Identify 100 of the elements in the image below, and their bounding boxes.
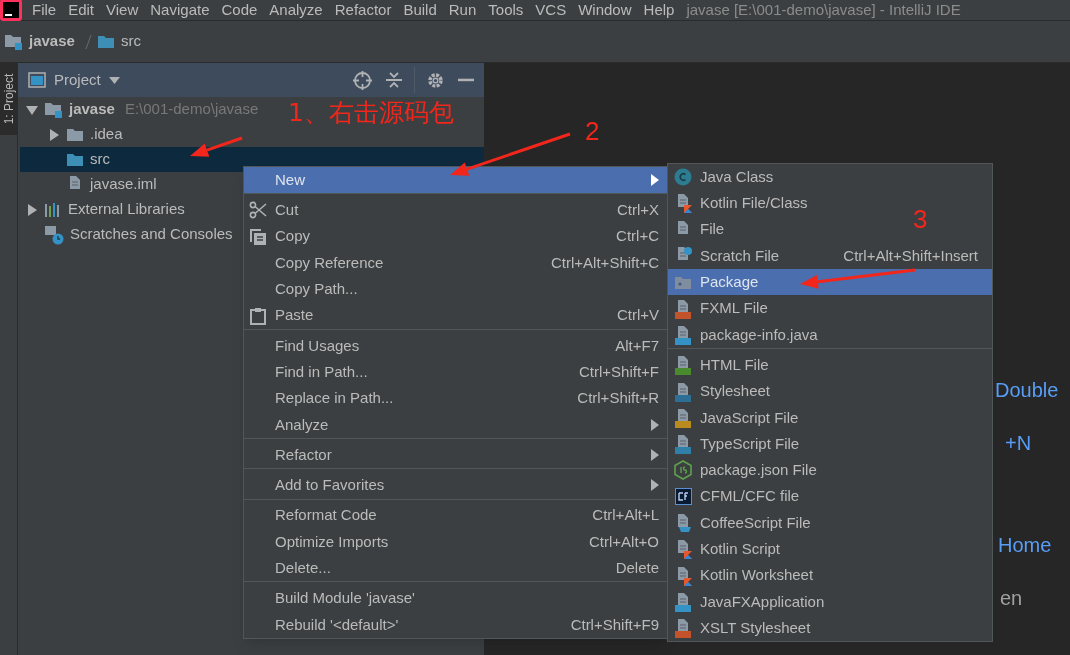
menu-item[interactable]: Paste Ctrl+V: [244, 302, 667, 329]
menu-item-label: Build Module 'javase': [275, 588, 415, 609]
menu-item-label: Copy Reference: [275, 252, 384, 273]
menu-bar-item[interactable]: VCS: [529, 0, 573, 22]
menu-bar-item[interactable]: Build: [397, 0, 443, 22]
menu-item-label: Refactor: [275, 444, 332, 465]
class-icon: [674, 168, 692, 187]
menu-item[interactable]: CFML/CFC file: [668, 483, 814, 510]
menu-item[interactable]: Refactor: [244, 441, 667, 469]
menu-item[interactable]: New: [244, 167, 667, 194]
menu-item[interactable]: Cut Ctrl+X: [244, 197, 667, 224]
project-tool-tab[interactable]: 1: Project: [0, 63, 18, 135]
settings-icon[interactable]: [427, 71, 444, 89]
expand-arrow-icon[interactable]: [48, 128, 60, 141]
menu-item-label: Scratch File: [700, 245, 780, 266]
app-logo[interactable]: [0, 0, 22, 21]
scissors-icon: [249, 201, 267, 220]
menu-item-label: JavaFXApplication: [700, 591, 825, 612]
breadcrumb-item[interactable]: src: [120, 30, 141, 53]
menu-item[interactable]: Java Class: [668, 164, 788, 191]
shortcut-label: Ctrl+Shift+R: [577, 388, 659, 409]
menu-item[interactable]: Add to Favorites: [244, 472, 667, 499]
menu-item-label: package-info.java: [700, 324, 818, 345]
locate-icon[interactable]: [353, 70, 372, 90]
menu-item[interactable]: Reformat Code Ctrl+Alt+L: [244, 502, 667, 529]
menu-bar-item[interactable]: Edit: [62, 0, 101, 22]
menu-item-label: XSLT Stylesheet: [700, 617, 811, 638]
menu-item[interactable]: Stylesheet: [668, 378, 785, 405]
menu-item[interactable]: HTML File: [668, 352, 783, 379]
tree-item[interactable]: javase E:\001-demo\javase: [20, 97, 267, 122]
menu-item-label: Reformat Code: [275, 505, 377, 526]
hexagon-icon: [674, 460, 692, 481]
cfml-icon: [674, 488, 692, 506]
menu-item-label: Find in Path...: [275, 361, 368, 382]
menu-item[interactable]: Scratch File Ctrl+Alt+Shift+Insert: [668, 242, 992, 270]
menu-item-label: Kotlin Script: [700, 539, 781, 560]
menu-item[interactable]: Rebuild '<default>' Ctrl+Shift+F9: [244, 611, 667, 639]
menu-item-label: CFML/CFC file: [700, 486, 800, 507]
menu-item[interactable]: Delete... Delete: [244, 555, 667, 582]
editor-hint: +N: [1005, 431, 1032, 456]
minimize-icon[interactable]: [458, 78, 474, 82]
menu-item[interactable]: Copy Reference Ctrl+Alt+Shift+C: [244, 249, 667, 277]
breadcrumb-item[interactable]: javase: [29, 30, 75, 53]
menu-item[interactable]: JavaFXApplication: [668, 588, 839, 616]
menu-bar-item[interactable]: Help: [637, 0, 681, 22]
menu-bar-item[interactable]: Refactor: [328, 0, 398, 22]
menu-bar-item[interactable]: Code: [215, 0, 264, 22]
tree-item[interactable]: Scratches and Consoles: [20, 222, 241, 247]
menu-bar-item[interactable]: Run: [442, 0, 483, 22]
menu-bar-item[interactable]: Analyze: [263, 0, 329, 22]
menu-item[interactable]: Kotlin Worksheet: [668, 562, 828, 589]
dropdown-caret-icon[interactable]: [108, 76, 120, 84]
menu-bar-item[interactable]: View: [100, 0, 145, 22]
menu-bar-item[interactable]: File: [26, 0, 63, 22]
menu-bar-item[interactable]: Tools: [482, 0, 530, 22]
menu-item[interactable]: Find in Path... Ctrl+Shift+F: [244, 359, 667, 386]
tree-item[interactable]: External Libraries: [20, 197, 193, 222]
menu-item[interactable]: Kotlin Script: [668, 536, 795, 563]
menu-item[interactable]: CoffeeScript File: [668, 509, 825, 537]
menu-item[interactable]: Analyze: [244, 411, 667, 438]
menu-item[interactable]: FXML File: [668, 295, 782, 322]
menu-item-label: Copy Path...: [275, 279, 358, 300]
module-folder-icon: [4, 33, 23, 50]
shortcut-label: Ctrl+Alt+Shift+Insert: [843, 245, 978, 266]
menu-item-label: Rebuild '<default>': [275, 614, 399, 635]
tree-item-path: E:\001-demo\javase: [124, 99, 259, 120]
menu-item[interactable]: Kotlin File/Class: [668, 190, 822, 217]
tree-item[interactable]: javase.iml: [20, 172, 165, 197]
panel-title[interactable]: Project: [54, 68, 101, 92]
shortcut-label: Ctrl+Shift+F9: [570, 614, 659, 635]
menu-item[interactable]: package.json File: [668, 457, 831, 484]
menu-item[interactable]: Copy Ctrl+C: [244, 223, 667, 250]
annotation-text: 2: [585, 115, 600, 148]
menu-item[interactable]: Package: [668, 269, 992, 296]
menu-item[interactable]: Replace in Path... Ctrl+Shift+R: [244, 385, 667, 412]
shortcut-label: Alt+F7: [615, 335, 659, 356]
menu-bar-item[interactable]: Navigate: [144, 0, 216, 22]
menu-bar-item[interactable]: Window: [572, 0, 638, 22]
tree-item-label: src: [90, 149, 110, 170]
menu-item-label: Kotlin File/Class: [700, 193, 808, 214]
menu-item[interactable]: Copy Path...: [244, 276, 667, 303]
menu-item[interactable]: package-info.java: [668, 321, 832, 349]
menu-item[interactable]: TypeScript File: [668, 430, 814, 458]
expand-arrow-icon[interactable]: [26, 203, 38, 216]
tree-item[interactable]: .idea: [20, 122, 131, 147]
menu-item[interactable]: Find Usages Alt+F7: [244, 332, 667, 360]
shortcut-label: Ctrl+Alt+O: [588, 531, 659, 552]
window-title: javase [E:\001-demo\javase] - IntelliJ IDE: [686, 0, 961, 20]
menu-item[interactable]: XSLT Stylesheet: [668, 615, 825, 642]
menu-item[interactable]: File: [668, 216, 739, 243]
source-folder-icon: [96, 34, 115, 49]
menu-item-label: Stylesheet: [700, 381, 771, 402]
html-file-icon: [674, 355, 692, 376]
menu-item-label: HTML File: [700, 354, 769, 375]
menu-item[interactable]: Optimize Imports Ctrl+Alt+O: [244, 528, 667, 556]
menu-item[interactable]: JavaScript File: [668, 404, 813, 431]
menu-item[interactable]: Build Module 'javase': [244, 585, 667, 612]
shortcut-label: Ctrl+Alt+L: [592, 505, 659, 526]
collapse-arrow-icon[interactable]: [26, 103, 38, 116]
collapse-all-icon[interactable]: [386, 71, 402, 89]
